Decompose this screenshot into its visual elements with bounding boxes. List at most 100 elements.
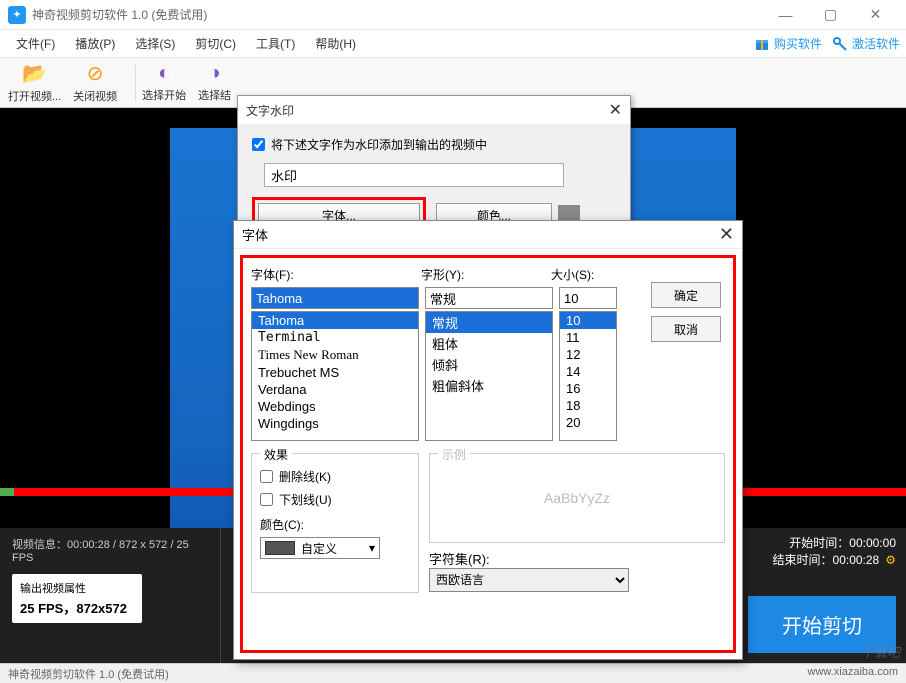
- statusbar: 神奇视频剪切软件 1.0 (免费试用) www.xiazaiba.com: [0, 663, 906, 683]
- wm-text-input[interactable]: [264, 163, 564, 187]
- close-label: 关闭视频: [73, 88, 117, 104]
- font-ok-button[interactable]: 确定: [651, 282, 721, 308]
- activate-label: 激活软件: [852, 35, 900, 52]
- close-video-button[interactable]: ⊘ 关闭视频: [73, 61, 117, 104]
- list-item[interactable]: 20: [560, 414, 616, 431]
- end-time-value: 00:00:28: [833, 553, 880, 567]
- font-size-listbox[interactable]: 10111214161820: [559, 311, 617, 441]
- effects-legend: 效果: [260, 446, 292, 463]
- key-icon: [832, 36, 848, 52]
- sel-end-label: 选择结: [198, 87, 231, 103]
- list-item[interactable]: 10: [560, 312, 616, 329]
- font-style-listbox[interactable]: 常规粗体倾斜粗偏斜体: [425, 311, 553, 441]
- menu-select[interactable]: 选择(S): [125, 31, 185, 56]
- select-end-button[interactable]: ◑ 选择结: [198, 62, 231, 103]
- outprop-value: 25 FPS，872x572: [20, 598, 134, 617]
- color-select[interactable]: 自定义 ▾: [260, 537, 380, 559]
- sel-start-label: 选择开始: [142, 87, 186, 103]
- titlebar: ✦ 神奇视频剪切软件 1.0 (免费试用) — ▢ ✕: [0, 0, 906, 30]
- sample-legend: 示例: [438, 446, 470, 463]
- app-title: 神奇视频剪切软件 1.0 (免费试用): [32, 6, 763, 23]
- start-time-value: 00:00:00: [849, 536, 896, 550]
- list-item[interactable]: Tahoma: [252, 312, 418, 329]
- wm-checkbox-label: 将下述文字作为水印添加到输出的视频中: [271, 136, 487, 153]
- marker-start-icon: ◐: [158, 62, 170, 85]
- list-item[interactable]: 常规: [426, 312, 552, 333]
- buy-software-link[interactable]: 购买软件: [754, 35, 822, 52]
- close-button[interactable]: ✕: [853, 0, 898, 30]
- marker-end-icon: ◑: [209, 62, 221, 85]
- font-dialog-titlebar[interactable]: 字体 ✕: [234, 221, 742, 249]
- font-close-button[interactable]: ✕: [719, 224, 734, 245]
- gear-icon[interactable]: ⚙: [885, 553, 896, 567]
- list-item[interactable]: Terminal: [252, 329, 418, 346]
- font-name-listbox[interactable]: TahomaTerminalTimes New RomanTrebuchet M…: [251, 311, 419, 441]
- list-item[interactable]: Wingdings: [252, 415, 418, 432]
- toolbar-separator: [135, 65, 136, 101]
- video-info-text: 视频信息：00:00:28 / 872 x 572 / 25 FPS: [12, 536, 208, 564]
- time-info: 开始时间：00:00:00 结束时间：00:00:28 ⚙: [773, 534, 897, 568]
- font-title: 字体: [242, 225, 268, 244]
- font-style-input[interactable]: [425, 287, 553, 309]
- menu-file[interactable]: 文件(F): [6, 31, 65, 56]
- app-icon: ✦: [8, 6, 26, 24]
- output-properties-box[interactable]: 输出视频属性 25 FPS，872x572: [12, 574, 142, 623]
- list-item[interactable]: Trebuchet MS: [252, 364, 418, 381]
- list-item[interactable]: 粗偏斜体: [426, 375, 552, 396]
- menu-tools[interactable]: 工具(T): [246, 31, 305, 56]
- color-swatch: [265, 541, 295, 555]
- list-item[interactable]: 11: [560, 329, 616, 346]
- wm-title: 文字水印: [246, 102, 294, 119]
- status-left: 神奇视频剪切软件 1.0 (免费试用): [8, 666, 169, 681]
- list-item[interactable]: Webdings: [252, 398, 418, 415]
- select-start-button[interactable]: ◐ 选择开始: [142, 62, 186, 103]
- menubar: 文件(F) 播放(P) 选择(S) 剪切(C) 工具(T) 帮助(H) 购买软件…: [0, 30, 906, 58]
- open-video-button[interactable]: 📂 打开视频...: [8, 61, 61, 104]
- start-time-label: 开始时间：: [789, 536, 849, 550]
- wm-close-button[interactable]: ✕: [609, 100, 622, 120]
- effects-group: 效果 删除线(K) 下划线(U) 颜色(C): 自定义 ▾: [251, 453, 419, 593]
- chevron-down-icon: ▾: [369, 541, 375, 555]
- font-cancel-button[interactable]: 取消: [651, 316, 721, 342]
- color-label: 颜色(C):: [260, 516, 410, 533]
- underline-checkbox[interactable]: 下划线(U): [260, 491, 410, 508]
- list-item[interactable]: Times New Roman: [252, 346, 418, 364]
- open-label: 打开视频...: [8, 88, 61, 104]
- sample-group: 示例 AaBbYyZz: [429, 453, 725, 543]
- outprop-label: 输出视频属性: [20, 580, 134, 596]
- status-right: www.xiazaiba.com: [808, 666, 898, 681]
- charset-select[interactable]: 西欧语言: [429, 568, 629, 592]
- font-size-label: 大小(S):: [551, 266, 611, 283]
- menu-cut[interactable]: 剪切(C): [185, 31, 246, 56]
- font-size-input[interactable]: [559, 287, 617, 309]
- close-circle-icon: ⊘: [87, 61, 104, 86]
- font-name-label: 字体(F):: [251, 266, 421, 283]
- font-dialog: 字体 ✕ 字体(F): 字形(Y): 大小(S): TahomaTerminal…: [233, 220, 743, 660]
- strikethrough-checkbox[interactable]: 删除线(K): [260, 468, 410, 485]
- gift-icon: [754, 36, 770, 52]
- list-item[interactable]: 18: [560, 397, 616, 414]
- menu-play[interactable]: 播放(P): [65, 31, 125, 56]
- font-style-label: 字形(Y):: [421, 266, 551, 283]
- color-value: 自定义: [301, 540, 337, 557]
- list-item[interactable]: 粗体: [426, 333, 552, 354]
- maximize-button[interactable]: ▢: [808, 0, 853, 30]
- end-time-label: 结束时间：: [773, 553, 833, 567]
- minimize-button[interactable]: —: [763, 0, 808, 30]
- wm-enable-checkbox[interactable]: 将下述文字作为水印添加到输出的视频中: [252, 136, 616, 153]
- wm-dialog-titlebar[interactable]: 文字水印 ✕: [238, 96, 630, 124]
- list-item[interactable]: 14: [560, 363, 616, 380]
- activate-software-link[interactable]: 激活软件: [832, 35, 900, 52]
- sample-text: AaBbYyZz: [544, 490, 610, 506]
- site-watermark: 下载吧: [861, 642, 900, 661]
- menu-help[interactable]: 帮助(H): [305, 31, 366, 56]
- list-item[interactable]: 倾斜: [426, 354, 552, 375]
- font-name-input[interactable]: [251, 287, 419, 309]
- list-item[interactable]: Verdana: [252, 381, 418, 398]
- folder-open-icon: 📂: [22, 61, 47, 86]
- charset-label: 字符集(R):: [429, 549, 725, 568]
- wm-checkbox-input[interactable]: [252, 138, 265, 151]
- list-item[interactable]: 16: [560, 380, 616, 397]
- list-item[interactable]: 12: [560, 346, 616, 363]
- buy-label: 购买软件: [774, 35, 822, 52]
